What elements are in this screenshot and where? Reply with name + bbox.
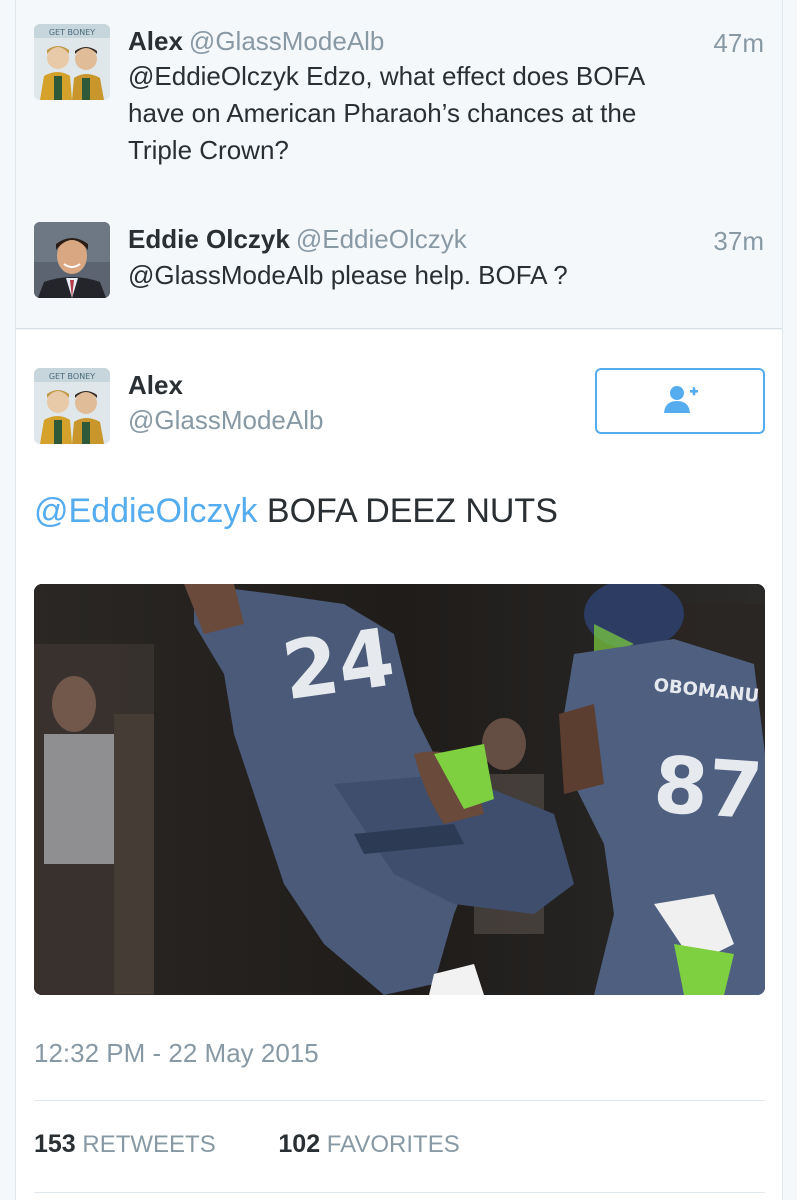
retweets-stat[interactable]: 153 RETWEETS <box>34 1130 216 1159</box>
add-user-icon <box>660 383 700 420</box>
avatar-badge-text: GET BONEY <box>49 372 95 381</box>
reply-tweet[interactable]: Eddie Olczyk @EddieOlczyk 37m @GlassModeA… <box>16 200 782 329</box>
tweet-timestamp[interactable]: 12:32 PM - 22 May 2015 <box>34 1038 319 1069</box>
author-name-text[interactable]: Eddie Olczyk <box>128 224 290 254</box>
timestamp[interactable]: 37m <box>713 226 764 257</box>
favorites-stat[interactable]: 102 FAVORITES <box>278 1130 459 1159</box>
author-handle[interactable]: @GlassModeAlb <box>189 26 384 56</box>
tweet-stats: 153 RETWEETS 102 FAVORITES <box>34 1130 516 1159</box>
reply-tweet[interactable]: GET BONEY Alex @GlassModeAlb 47m @EddieOl… <box>16 0 782 200</box>
avatar[interactable]: GET BONEY <box>34 368 110 444</box>
retweets-count[interactable]: 153 <box>34 1130 76 1158</box>
author-handle[interactable]: @GlassModeAlb <box>128 405 323 436</box>
divider <box>34 1100 765 1101</box>
favorites-count[interactable]: 102 <box>278 1130 320 1158</box>
retweets-label[interactable]: RETWEETS <box>82 1131 215 1158</box>
tweet-text-line: @EddieOlczyk Edzo, what effect does BOFA <box>128 61 646 91</box>
tweet-text-line: Triple Crown? <box>128 135 289 165</box>
mention-link[interactable]: @EddieOlczyk <box>34 492 257 530</box>
jersey-number: 87 <box>651 740 765 837</box>
focused-tweet: GET BONEY Alex @GlassModeAlb @EddieOlczy… <box>16 330 782 1200</box>
conversation-context: GET BONEY Alex @GlassModeAlb 47m @EddieOl… <box>16 0 782 329</box>
author-name[interactable]: Eddie Olczyk @EddieOlczyk <box>128 224 467 255</box>
tweet-text-line: have on American Pharaoh’s chances at th… <box>128 98 637 128</box>
timestamp[interactable]: 47m <box>713 28 764 59</box>
jersey-number: 24 <box>277 611 400 719</box>
tweet-photo[interactable]: 24 87 OBOMANU <box>34 584 765 995</box>
tweet-text: @EddieOlczyk BOFA DEEZ NUTS <box>34 492 558 531</box>
avatar-badge-text: GET BONEY <box>49 28 95 37</box>
avatar[interactable]: GET BONEY <box>34 24 110 100</box>
tweet-text: @GlassModeAlb please help. BOFA ? <box>128 257 748 294</box>
tweet-text: @EddieOlczyk Edzo, what effect does BOFA… <box>128 58 748 169</box>
author-name[interactable]: Alex <box>128 370 183 401</box>
tweet-text-line: @GlassModeAlb please help. BOFA ? <box>128 260 568 290</box>
author-name[interactable]: Alex @GlassModeAlb <box>128 26 384 57</box>
author-name-text[interactable]: Alex <box>128 26 183 56</box>
timeline-frame: GET BONEY Alex @GlassModeAlb 47m @EddieOl… <box>15 0 783 1200</box>
tweet-body: BOFA DEEZ NUTS <box>257 492 558 530</box>
author-handle[interactable]: @EddieOlczyk <box>296 224 467 254</box>
avatar[interactable] <box>34 222 110 298</box>
favorites-label[interactable]: FAVORITES <box>327 1131 460 1158</box>
divider <box>34 1192 765 1193</box>
follow-button[interactable] <box>595 368 765 434</box>
